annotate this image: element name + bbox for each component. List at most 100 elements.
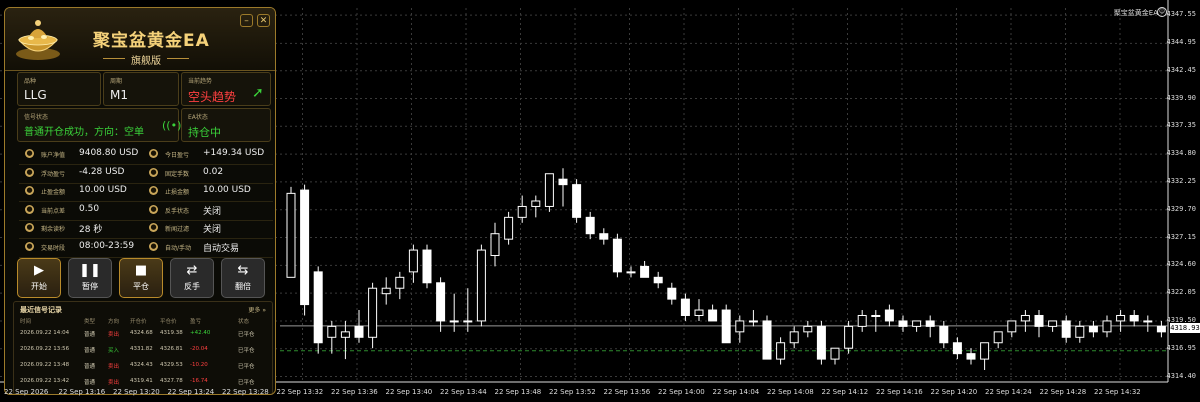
history-cell: 卖出 [108,332,120,338]
candle-body [1048,320,1058,327]
history-row: 2026.09.22 13:56 普通 买入 4331.82 4326.81 -20.04… [20,345,270,356]
time-label: 22 Sep 13:48 [494,388,542,396]
candle-body [585,216,595,235]
trend-box: 当前趋势 空头趋势 ➚ [181,72,271,106]
price-label: 4337.35 [1166,121,1196,130]
history-cell: -10.20 [190,362,208,368]
button-glyph-icon: ⇄ [186,263,198,278]
stat-value: +149.34 USD [203,148,265,158]
price-label: 4324.60 [1166,260,1196,269]
time-label: 22 Sep 2026 [4,388,49,396]
stat-icon: ● [25,204,34,214]
candle-body [449,320,459,323]
stat-key: 账户净值 [41,152,66,159]
close-position-button[interactable]: ■ 平仓 [119,258,163,298]
stat-row: ● 交易时段 08:00-23:59 ● 自动/手动 自动交易 [19,239,273,258]
stat-icon: ● [25,223,34,232]
candle-body [830,347,840,360]
candle-body [612,238,622,273]
double-button[interactable]: ⇆ 翻倍 [221,258,265,298]
time-label: 22 Sep 14:12 [821,388,869,396]
candle-body [476,249,486,322]
time-label: 22 Sep 13:36 [331,388,378,396]
candle-body [952,342,962,355]
start-button[interactable]: ▶ 开始 [17,258,61,298]
candle-body [599,233,609,240]
history-cell: 时间 [20,319,32,325]
candle-body [721,309,731,344]
history-more-link[interactable]: 更多 » [248,305,266,314]
stat-value: 自动交易 [203,243,240,254]
history-row: 2026.09.22 13:42 普通 卖出 4319.41 4327.78 -16.74… [20,377,270,388]
candle-body [531,200,541,207]
candle-body [803,325,813,333]
candle-body [748,320,758,323]
history-cell: 方向 [108,319,120,325]
button-glyph-icon: ⇆ [237,263,249,278]
signal-value: 普通开仓成功，方向：空单 [24,127,144,138]
signal-history: 最近信号记录 更多 » 时间 类型 方向 开仓价 平仓价 盈亏 状态 2026.09.22 1… [13,301,273,394]
candle-body [1061,320,1071,338]
stat-key: 当前点差 [41,207,66,215]
stat-value: 0.02 [203,166,224,177]
history-cell: 4324.68 [130,330,153,336]
time-label: 22 Sep 13:32 [276,388,324,396]
candle-body [1116,314,1126,322]
candle-body [1020,314,1030,322]
candle-body [680,298,690,316]
price-label: 4339.90 [1166,93,1196,102]
candle-body [1129,314,1139,322]
candle-body [735,320,745,333]
candle-body [381,287,391,295]
history-cell: 开仓价 [130,319,147,325]
candle-body [1075,325,1085,338]
history-cell: 4326.81 [160,346,183,352]
history-cell: 2026.09.22 13:56 [20,346,70,352]
ea-status-box: EA状态 持仓中 [181,108,271,142]
stat-icon: ● [149,241,158,251]
minimize-button[interactable]: – [240,14,253,27]
stat-row: ● 剩余读秒 28 秒 ● 新闻过滤 关闭 [19,220,273,239]
candle-body [463,320,473,323]
time-label: 22 Sep 13:56 [603,388,651,396]
signal-label: 信号状态 [24,114,49,121]
candle-body [966,353,976,360]
time-label: 22 Sep 13:44 [440,388,487,396]
reverse-button[interactable]: ⇄ 反手 [170,258,214,298]
stat-value: 28 秒 [79,225,103,235]
time-label: 22 Sep 13:16 [58,388,106,396]
price-label: 4329.70 [1166,204,1196,213]
panel-title: 聚宝盆黄金EA [93,31,210,51]
candle-body [327,325,337,338]
treasure-bowl-logo-icon [16,20,60,60]
candle-body [857,314,867,327]
history-cell: 4327.78 [160,378,183,384]
stat-value: 关闭 [203,225,222,235]
pause-button[interactable]: ❚❚ 暂停 [68,258,112,298]
price-label: 4347.55 [1166,10,1196,19]
candle-body [694,309,704,316]
stat-icon: ● [149,167,158,177]
candle-body [1156,325,1166,333]
history-row: 2026.09.22 14:04 普通 卖出 4324.68 4319.38 +42.40… [20,329,270,340]
history-row: 2026.09.22 13:48 普通 卖出 4324.43 4329.53 -10.20… [20,361,270,372]
history-cell: 已平仓 [238,348,255,354]
close-button[interactable]: ✕ [257,14,270,27]
history-cell: 已平仓 [238,380,255,386]
stat-row: ● 当前点差 0.50 ● 反手状态 关闭 [19,202,273,221]
stat-value: 关闭 [203,206,222,217]
candle-body [912,320,922,327]
history-cell: 4319.41 [130,378,153,384]
stat-key: 交易时段 [41,244,66,252]
stat-icon: ● [25,149,34,158]
candle-body [708,309,718,322]
candle-body [925,320,935,327]
candle-body [626,271,636,274]
time-label: 22 Sep 13:52 [549,388,596,396]
candle-body [816,325,826,360]
candle-body [408,249,418,273]
candle-body [844,325,854,349]
price-label: 4327.15 [1166,232,1196,241]
trend-label: 当前趋势 [188,78,213,85]
candle-body [653,276,663,284]
